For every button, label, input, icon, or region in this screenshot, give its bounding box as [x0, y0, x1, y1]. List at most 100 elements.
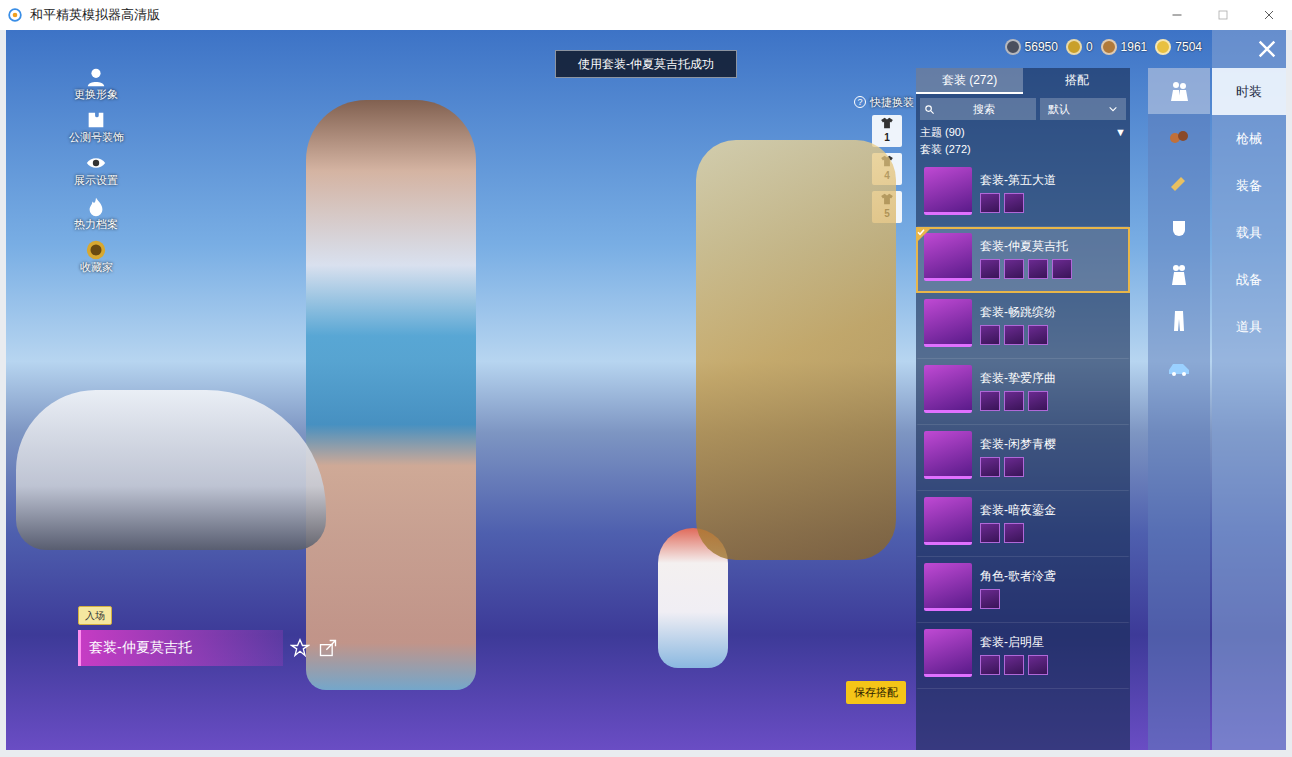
outfit-parts — [980, 259, 1072, 279]
sort-dropdown[interactable]: 默认 — [1040, 98, 1126, 120]
currency-amount: 0 — [1086, 38, 1093, 56]
outfit-part-thumbnail — [980, 655, 1000, 675]
outfit-part-thumbnail — [1028, 391, 1048, 411]
outfit-thumbnail — [924, 167, 972, 215]
outfit-parts — [980, 655, 1048, 675]
left-menu-item[interactable]: 展示设置 — [68, 152, 124, 187]
minimize-button[interactable] — [1154, 0, 1200, 30]
currency-amount: 56950 — [1025, 38, 1058, 56]
left-menu-label: 收藏家 — [80, 261, 113, 274]
category-icon-tab[interactable] — [1148, 344, 1210, 390]
theme-filter-arrow: ▼ — [1115, 124, 1126, 141]
search-label: 搜索 — [935, 101, 1032, 118]
category-tab[interactable]: 道具 — [1212, 303, 1286, 350]
outfit-name: 角色-歌者泠鸢 — [980, 567, 1056, 585]
outfit-thumbnail — [924, 431, 972, 479]
category-icon-tab[interactable] — [1148, 114, 1210, 160]
person-icon — [85, 66, 107, 88]
outfit-parts — [980, 457, 1056, 477]
outfit-item[interactable]: 套装-闲梦青樱 — [916, 425, 1130, 491]
title-bar: 和平精英模拟器高清版 — [0, 0, 1292, 30]
coin-icon — [1155, 39, 1171, 55]
quick-change-slot[interactable]: 4 — [872, 153, 902, 185]
coin-icon — [1005, 39, 1021, 55]
category-tab[interactable]: 战备 — [1212, 256, 1286, 303]
outfit-part-thumbnail — [1004, 325, 1024, 345]
panel-tab[interactable]: 套装 (272) — [916, 68, 1023, 94]
outfit-item[interactable]: 套装-挚爱序曲 — [916, 359, 1130, 425]
slot-number: 1 — [884, 130, 890, 145]
outfit-name: 套装-仲夏莫吉托 — [980, 237, 1072, 255]
current-outfit-label: 套装-仲夏莫吉托 — [78, 630, 283, 666]
category-tab[interactable]: 装备 — [1212, 162, 1286, 209]
quick-change-slot[interactable]: 1 — [872, 115, 902, 147]
outfit-part-thumbnail — [980, 523, 1000, 543]
outfit-item[interactable]: 角色-歌者泠鸢 — [916, 557, 1130, 623]
outfit-part-thumbnail — [980, 259, 1000, 279]
outfit-item[interactable]: 套装-暗夜鎏金 — [916, 491, 1130, 557]
outfit-thumbnail — [924, 233, 972, 281]
currency: 56950 — [1005, 38, 1058, 56]
anniversary-trophy — [696, 140, 896, 560]
help-badge[interactable]: ? — [854, 96, 866, 108]
outfit-part-thumbnail — [1004, 655, 1024, 675]
coin-icon — [1101, 39, 1117, 55]
outfit-part-thumbnail — [1028, 325, 1048, 345]
quick-change-header[interactable]: ?快捷换装 — [854, 94, 916, 111]
outfit-item[interactable]: 套装-第五大道 — [916, 161, 1130, 227]
search-icon — [924, 104, 935, 115]
theme-filter[interactable]: 主题 (90)▼ — [916, 120, 1130, 141]
left-menu-item[interactable]: 热力档案 — [68, 196, 124, 231]
slot-number: 5 — [884, 206, 890, 221]
outfit-part-thumbnail — [1028, 259, 1048, 279]
outfit-parts — [980, 193, 1056, 213]
star-icon[interactable] — [290, 638, 310, 658]
category-tab[interactable]: 时装 — [1212, 68, 1286, 115]
outfit-part-thumbnail — [1004, 391, 1024, 411]
outfit-part-thumbnail — [1004, 259, 1024, 279]
close-window-button[interactable] — [1246, 0, 1292, 30]
panel-tab[interactable]: 搭配 — [1023, 68, 1130, 94]
outfit-part-thumbnail — [1052, 259, 1072, 279]
puzzle-icon — [85, 109, 107, 131]
currency-amount: 7504 — [1175, 38, 1202, 56]
outfit-item[interactable]: 套装-畅跳缤纷 — [916, 293, 1130, 359]
left-menu-item[interactable]: 收藏家 — [68, 239, 124, 274]
close-icon — [1256, 38, 1278, 60]
close-wardrobe-button[interactable] — [1212, 30, 1286, 68]
outfit-item[interactable]: 套装-启明星 — [916, 623, 1130, 689]
outfit-part-thumbnail — [1004, 457, 1024, 477]
outfit-actions — [290, 638, 338, 658]
category-tab[interactable]: 枪械 — [1212, 115, 1286, 162]
outfit-part-thumbnail — [1028, 655, 1048, 675]
left-menu-label: 展示设置 — [74, 174, 118, 187]
outfit-item[interactable]: 套装-仲夏莫吉托 — [916, 227, 1130, 293]
category-icon-tab[interactable] — [1148, 252, 1210, 298]
share-icon[interactable] — [318, 638, 338, 658]
category-icon-tab[interactable] — [1148, 298, 1210, 344]
chevron-down-icon — [1108, 104, 1118, 114]
shirt-icon — [879, 154, 895, 168]
outfit-info: 套装-闲梦青樱 — [980, 431, 1056, 486]
shirt-icon — [879, 116, 895, 130]
category-icon-tab[interactable] — [1148, 68, 1210, 114]
car-figure — [16, 390, 326, 550]
left-menu-label: 公测号装饰 — [69, 131, 124, 144]
entrance-badge[interactable]: 入场 — [78, 606, 112, 625]
medal-icon — [85, 239, 107, 261]
fire-icon — [85, 196, 107, 218]
search-field[interactable]: 搜索 — [920, 98, 1036, 120]
category-tab[interactable]: 载具 — [1212, 209, 1286, 256]
outfit-icon — [1167, 263, 1191, 287]
outfit-parts — [980, 391, 1056, 411]
category-icon-column — [1148, 68, 1210, 750]
outfit-thumbnail — [924, 299, 972, 347]
category-icon-tab[interactable] — [1148, 160, 1210, 206]
maximize-button[interactable] — [1200, 0, 1246, 30]
left-menu-item[interactable]: 公测号装饰 — [68, 109, 124, 144]
save-outfit-button[interactable]: 保存搭配 — [846, 681, 906, 704]
quick-change-slot[interactable]: 5 — [872, 191, 902, 223]
app-logo-icon — [8, 8, 22, 22]
category-icon-tab[interactable] — [1148, 206, 1210, 252]
left-menu-item[interactable]: 更换形象 — [68, 66, 124, 101]
